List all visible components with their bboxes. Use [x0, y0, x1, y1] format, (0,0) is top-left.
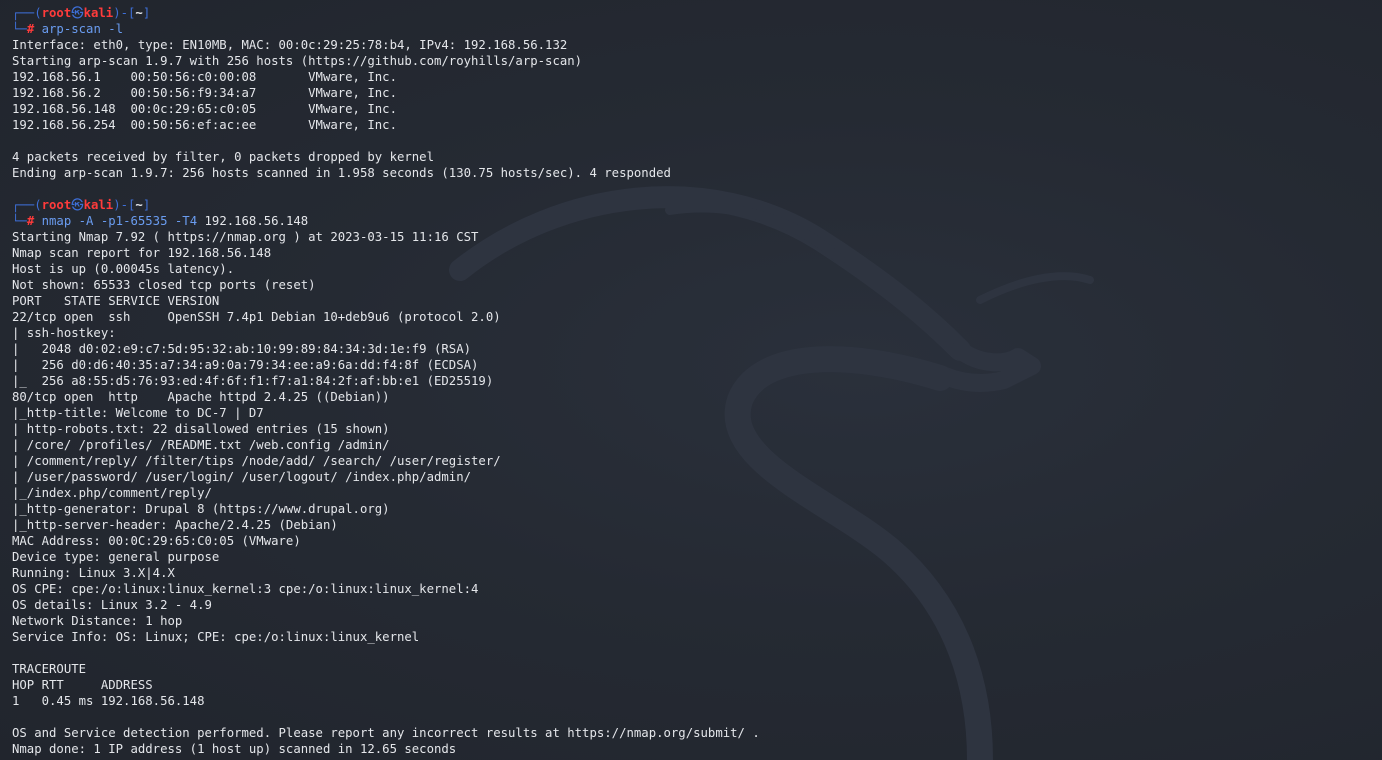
prompt-at-symbol: ㉿ — [71, 6, 84, 20]
output-line: Host is up (0.00045s latency). — [12, 262, 235, 276]
prompt-path: ~ — [135, 198, 143, 212]
prompt-bracket: )-[ — [113, 6, 136, 20]
output-line: Service Info: OS: Linux; CPE: cpe:/o:lin… — [12, 630, 420, 644]
output-line: 192.168.56.1 00:50:56:c0:00:08 VMware, I… — [12, 70, 397, 84]
command-program: nmap — [41, 214, 72, 228]
prompt-at-symbol: ㉿ — [71, 198, 84, 212]
terminal-output: ┌──(root㉿kali)-[~] └─# arp-scan -l Interfa… — [12, 5, 1382, 757]
output-line: OS details: Linux 3.2 - 4.9 — [12, 598, 212, 612]
prompt-host: kali — [83, 6, 114, 20]
output-line: 192.168.56.148 00:0c:29:65:c0:05 VMware,… — [12, 102, 397, 116]
output-line: | /core/ /profiles/ /README.txt /web.con… — [12, 438, 397, 452]
output-line: 4 packets received by filter, 0 packets … — [12, 150, 434, 164]
output-line: Starting Nmap 7.92 ( https://nmap.org ) … — [12, 230, 479, 244]
output-line: | /comment/reply/ /filter/tips /node/add… — [12, 454, 509, 468]
shell-prompt: ┌──(root㉿kali)-[~] — [12, 5, 1382, 21]
prompt-bracket: ] — [142, 198, 151, 212]
output-line: TRACEROUTE — [12, 662, 87, 676]
output-line: 192.168.56.2 00:50:56:f9:34:a7 VMware, I… — [12, 86, 397, 100]
prompt-corner: └─ — [12, 214, 27, 228]
output-line: Device type: general purpose — [12, 550, 220, 564]
output-line: Starting arp-scan 1.9.7 with 256 hosts (… — [12, 54, 583, 68]
output-line: |_ 256 a8:55:d5:76:93:ed:4f:6f:f1:f7:a1:… — [12, 374, 494, 388]
output-line: Ending arp-scan 1.9.7: 256 hosts scanned… — [12, 166, 671, 180]
output-line: | /user/password/ /user/login/ /user/log… — [12, 470, 479, 484]
prompt-user: root — [41, 6, 72, 20]
prompt-path: ~ — [135, 6, 143, 20]
prompt-bracket: ┌──( — [12, 6, 42, 20]
command-args: -l — [100, 22, 124, 36]
output-line: OS CPE: cpe:/o:linux:linux_kernel:3 cpe:… — [12, 582, 479, 596]
output-line: 192.168.56.254 00:50:56:ef:ac:ee VMware,… — [12, 118, 397, 132]
prompt-bracket: ┌──( — [12, 198, 42, 212]
prompt-user: root — [41, 198, 72, 212]
prompt-bracket: ] — [142, 6, 151, 20]
command-args: -A -p1-65535 -T4 — [71, 214, 198, 228]
output-line: OS and Service detection performed. Plea… — [12, 726, 760, 740]
output-line: |_/index.php/comment/reply/ — [12, 486, 212, 500]
prompt-corner: └─ — [12, 22, 27, 36]
output-line: Nmap scan report for 192.168.56.148 — [12, 246, 272, 260]
prompt-bracket: )-[ — [113, 198, 136, 212]
prompt-host: kali — [83, 198, 114, 212]
output-line: Interface: eth0, type: EN10MB, MAC: 00:0… — [12, 38, 568, 52]
output-line: | 256 d0:d6:40:35:a7:34:a9:0a:79:34:ee:a… — [12, 358, 479, 372]
output-line: Running: Linux 3.X|4.X — [12, 566, 175, 580]
output-line: 1 0.45 ms 192.168.56.148 — [12, 694, 205, 708]
output-line: Network Distance: 1 hop — [12, 614, 183, 628]
output-line: HOP RTT ADDRESS — [12, 678, 153, 692]
output-line: |_http-generator: Drupal 8 (https://www.… — [12, 502, 390, 516]
command-target: 192.168.56.148 — [197, 214, 309, 228]
terminal-window[interactable]: ┌──(root㉿kali)-[~] └─# arp-scan -l Interfa… — [0, 0, 1382, 760]
output-line: | http-robots.txt: 22 disallowed entries… — [12, 422, 390, 436]
output-line: 22/tcp open ssh OpenSSH 7.4p1 Debian 10+… — [12, 310, 501, 324]
command-line: └─# arp-scan -l — [12, 21, 1382, 37]
output-line: PORT STATE SERVICE VERSION — [12, 294, 220, 308]
command-program: arp-scan — [41, 22, 101, 36]
output-line: 80/tcp open http Apache httpd 2.4.25 ((D… — [12, 390, 390, 404]
output-line: Nmap done: 1 IP address (1 host up) scan… — [12, 742, 457, 756]
shell-prompt: ┌──(root㉿kali)-[~] — [12, 197, 1382, 213]
output-line: Not shown: 65533 closed tcp ports (reset… — [12, 278, 316, 292]
command-line: └─# nmap -A -p1-65535 -T4 192.168.56.148 — [12, 213, 1382, 229]
output-line: |_http-title: Welcome to DC-7 | D7 — [12, 406, 264, 420]
output-line: | ssh-hostkey: — [12, 326, 124, 340]
output-line: | 2048 d0:02:e9:c7:5d:95:32:ab:10:99:89:… — [12, 342, 472, 356]
output-line: MAC Address: 00:0C:29:65:C0:05 (VMware) — [12, 534, 301, 548]
output-line: |_http-server-header: Apache/2.4.25 (Deb… — [12, 518, 338, 532]
